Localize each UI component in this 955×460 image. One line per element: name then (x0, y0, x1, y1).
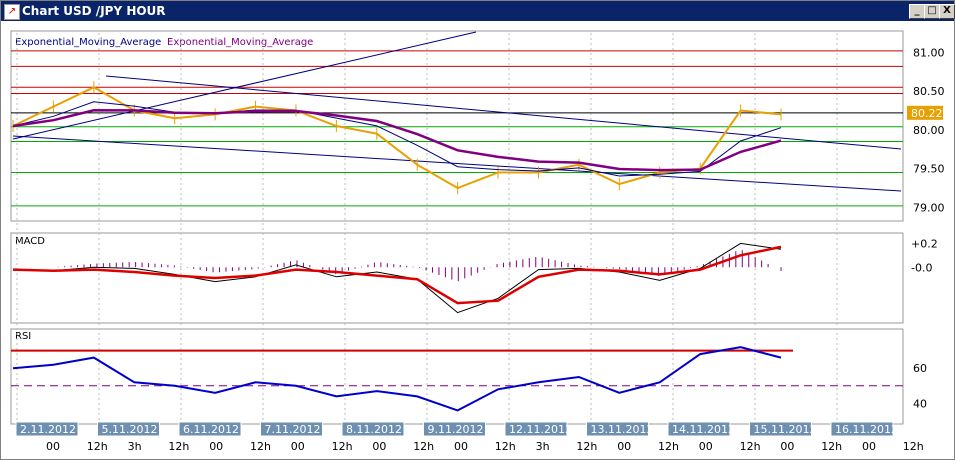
hour-label: 00 (780, 440, 794, 453)
rsi-tick-label: 40 (913, 397, 927, 410)
hour-label: 12h (658, 440, 679, 453)
hour-label: 00 (862, 440, 876, 453)
chart-canvas[interactable]: Exponential_Moving_Average Exponential_M… (1, 21, 954, 459)
hour-label: 12h (168, 440, 189, 453)
chart-window: ↗ Chart USD /JPY HOUR _ □ X Exponential_… (0, 0, 955, 460)
date-label: 16.11.2012 (835, 423, 898, 436)
hour-label: 00 (46, 440, 60, 453)
hour-label: 12h (740, 440, 761, 453)
date-label: 6.11.2012 (183, 423, 239, 436)
date-label: 13.11.2012 (591, 423, 654, 436)
price-tick-label: 80.50 (913, 85, 945, 98)
macd-title: MACD (15, 236, 45, 247)
price-tick-label: 81.00 (913, 46, 945, 59)
hour-label: 12h (821, 440, 842, 453)
macd-tick-label: +0.2 (911, 237, 938, 250)
rsi-title: RSI (15, 331, 31, 342)
chart-app-icon: ↗ (4, 4, 20, 20)
minimize-button[interactable]: _ (909, 4, 925, 19)
maximize-button[interactable]: □ (924, 4, 940, 19)
ema-legend-2: Exponential_Moving_Average (167, 37, 313, 48)
date-label: 9.11.2012 (428, 423, 484, 436)
hour-label: 00 (699, 440, 713, 453)
hour-label: 12h (495, 440, 516, 453)
current-price-label: 80.22 (911, 107, 943, 120)
hour-label: 12h (413, 440, 434, 453)
hour-label: 00 (291, 440, 305, 453)
time-axis: 2.11.2012 5.11.2012 6.11.2012 7.11.2012 8.11… (15, 421, 924, 453)
date-label: 5.11.2012 (102, 423, 158, 436)
hour-label: 12h (332, 440, 353, 453)
date-label: 8.11.2012 (346, 423, 402, 436)
price-tick-label: 79.50 (913, 163, 945, 176)
macd-panel (10, 232, 904, 324)
hour-label: 12h (903, 440, 924, 453)
hour-label: 00 (454, 440, 468, 453)
rsi-tick-label: 60 (913, 362, 927, 375)
price-tick-label: 79.00 (913, 201, 945, 214)
date-label: 14.11.2012 (672, 423, 735, 436)
close-button[interactable]: X (939, 4, 955, 19)
hour-label: 00 (617, 440, 631, 453)
hour-label: 00 (372, 440, 386, 453)
macd-tick-label: -0.0 (911, 261, 932, 274)
date-label: 7.11.2012 (265, 423, 321, 436)
price-tick-label: 80.00 (913, 124, 945, 137)
hour-label: 12h (87, 440, 108, 453)
hour-label: 12h (576, 440, 597, 453)
hour-label: 3h (128, 440, 142, 453)
title-bar[interactable]: ↗ Chart USD /JPY HOUR _ □ X (1, 1, 955, 21)
ema-legend-1: Exponential_Moving_Average (15, 37, 161, 48)
date-label: 2.11.2012 (20, 423, 76, 436)
date-label: 12.11.2012 (509, 423, 572, 436)
price-panel (10, 30, 904, 222)
hour-label: 00 (209, 440, 223, 453)
hour-label: 3h (536, 440, 550, 453)
window-title: Chart USD /JPY HOUR (22, 4, 166, 18)
hour-label: 12h (250, 440, 271, 453)
date-label: 15.11.2012 (754, 423, 817, 436)
